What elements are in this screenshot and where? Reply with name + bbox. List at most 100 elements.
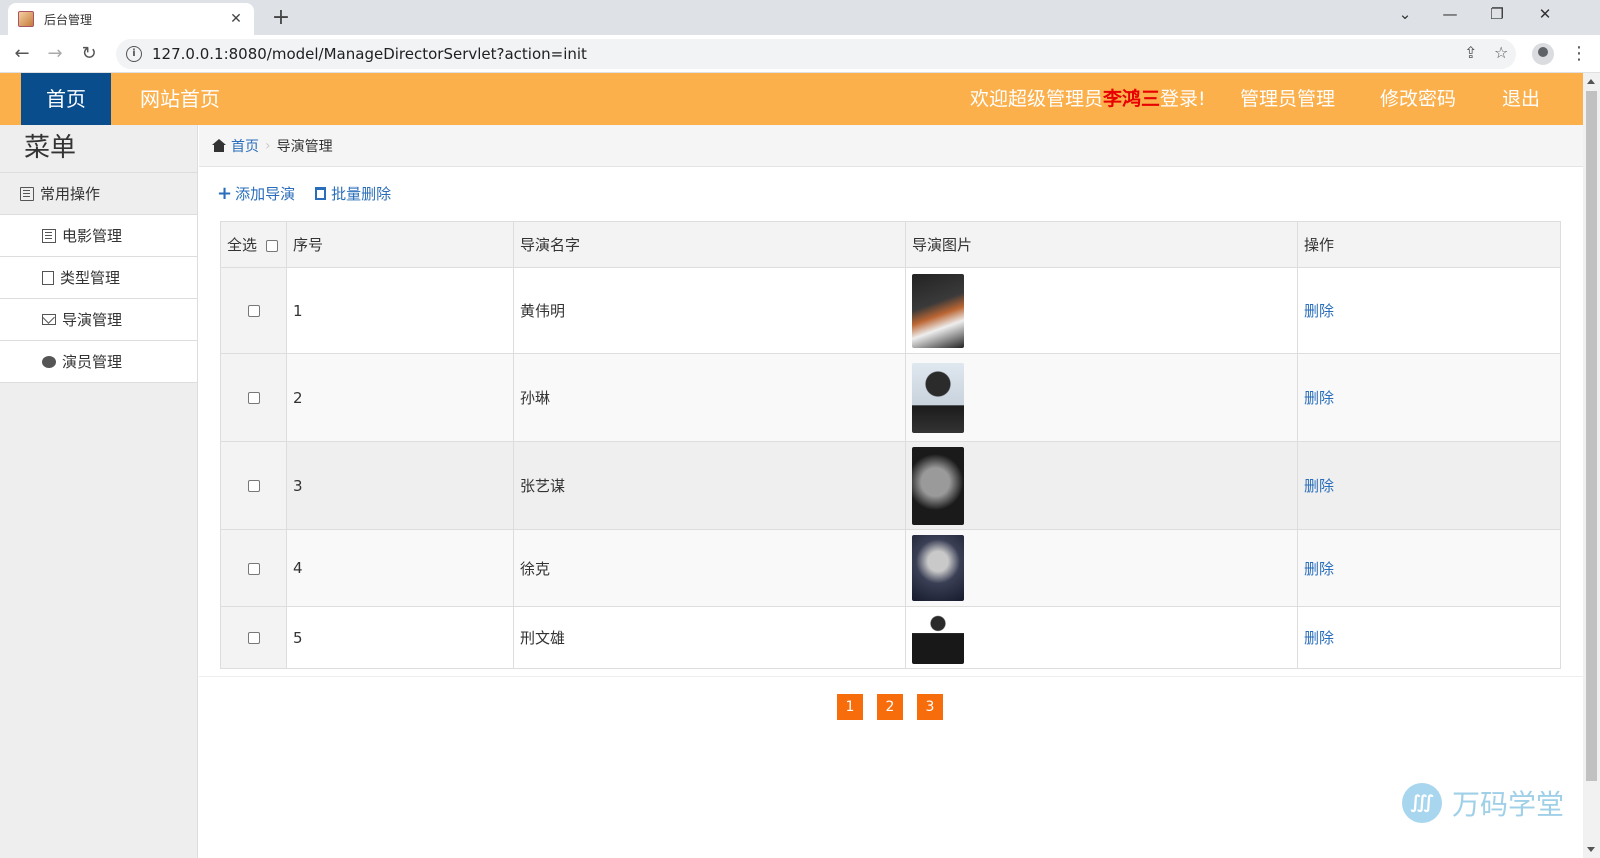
batch-delete-button[interactable]: 批量删除: [315, 183, 391, 204]
table-row: 4 徐克 删除: [220, 529, 1561, 607]
sidebar-item-label: 演员管理: [62, 352, 123, 371]
window-close-icon[interactable]: ✕: [1530, 5, 1560, 23]
add-director-button[interactable]: + 添加导演: [217, 183, 295, 204]
tab-search-icon[interactable]: ⌄: [1390, 5, 1420, 23]
name-header: 导演名字: [513, 221, 906, 268]
row-checkbox[interactable]: [247, 305, 260, 317]
browser-toolbar: ← → ↻ i 127.0.0.1:8080/model/ManageDirec…: [0, 35, 1600, 73]
sidebar-item-directors[interactable]: 导演管理: [0, 299, 197, 341]
welcome-suffix: 登录!: [1160, 88, 1206, 110]
minimize-icon[interactable]: —: [1435, 5, 1465, 23]
table-row: 3 张艺谋 删除: [220, 441, 1561, 530]
sidebar-group-common[interactable]: 常用操作: [0, 173, 197, 215]
bookmark-star-icon[interactable]: ☆: [1494, 43, 1508, 62]
sidebar-item-actors[interactable]: 演员管理: [0, 341, 197, 383]
page-button-3[interactable]: 3: [917, 694, 943, 720]
sidebar-item-types[interactable]: 类型管理: [0, 257, 197, 299]
sidebar-item-label: 类型管理: [60, 268, 121, 287]
photo-header: 导演图片: [905, 221, 1298, 268]
share-icon[interactable]: ⇪: [1464, 43, 1477, 62]
nav-change-password[interactable]: 修改密码: [1380, 73, 1456, 125]
page-scrollbar[interactable]: [1583, 73, 1600, 858]
comment-icon: [42, 355, 56, 368]
row-select-cell: [220, 529, 287, 607]
trash-icon: [315, 187, 327, 200]
row-director-name: 张艺谋: [513, 441, 906, 530]
tab-close-icon[interactable]: ✕: [228, 11, 244, 27]
tab-title: 后台管理: [44, 12, 93, 27]
profile-avatar-icon[interactable]: [1532, 43, 1554, 65]
row-director-name: 徐克: [513, 529, 906, 607]
browser-tab[interactable]: 后台管理 ✕: [8, 3, 254, 35]
director-photo: [912, 446, 964, 525]
table-row: 5 刑文雄 删除: [220, 606, 1561, 669]
page-button-1[interactable]: 1: [837, 694, 863, 720]
row-checkbox[interactable]: [247, 632, 260, 644]
row-checkbox[interactable]: [247, 562, 260, 575]
nav-site-home[interactable]: 网站首页: [140, 73, 220, 125]
favicon-icon: [18, 11, 34, 27]
url-text: 127.0.0.1:8080/model/ManageDirectorServl…: [152, 45, 587, 63]
browser-menu-icon[interactable]: ⋮: [1570, 43, 1588, 64]
envelope-icon: [42, 314, 56, 325]
select-all-checkbox[interactable]: [265, 239, 278, 252]
plus-icon: +: [217, 183, 233, 204]
new-tab-icon[interactable]: +: [268, 5, 294, 30]
main-content: 首页 › 导演管理 + 添加导演 批量删除 全选 序号 导演名字 导演图片 操作 …: [199, 125, 1583, 858]
sidebar-title: 菜单: [0, 125, 197, 173]
row-photo-cell: [905, 267, 1298, 354]
row-select-cell: [220, 606, 287, 669]
nav-home[interactable]: 首页: [21, 73, 111, 125]
nav-admin-manage[interactable]: 管理员管理: [1240, 73, 1335, 125]
scrollbar-thumb[interactable]: [1586, 91, 1597, 781]
row-checkbox[interactable]: [247, 392, 260, 404]
restore-icon[interactable]: ❐: [1482, 5, 1512, 23]
watermark-text: 万码学堂: [1452, 788, 1565, 821]
delete-link[interactable]: 删除: [1297, 267, 1561, 354]
scroll-up-icon[interactable]: [1587, 79, 1595, 84]
sidebar-group-label: 常用操作: [40, 184, 101, 203]
row-photo-cell: [905, 353, 1298, 442]
row-photo-cell: [905, 529, 1298, 607]
list-icon: [20, 186, 34, 201]
row-director-name: 刑文雄: [513, 606, 906, 669]
action-bar: + 添加导演 批量删除: [217, 183, 391, 204]
delete-link[interactable]: 删除: [1297, 441, 1561, 530]
nav-logout[interactable]: 退出: [1502, 73, 1540, 125]
scroll-down-icon[interactable]: [1587, 847, 1595, 852]
delete-link[interactable]: 删除: [1297, 529, 1561, 607]
breadcrumb: 首页 › 导演管理: [199, 125, 1583, 167]
back-icon[interactable]: ←: [9, 41, 35, 67]
page-button-2[interactable]: 2: [877, 694, 903, 720]
table-row: 2 孙琳 删除: [220, 353, 1561, 442]
director-table: 全选 序号 导演名字 导演图片 操作 1 黄伟明 删除 2 孙琳 删除 3 张艺…: [220, 221, 1561, 669]
address-bar[interactable]: i 127.0.0.1:8080/model/ManageDirectorSer…: [116, 39, 1516, 69]
welcome-message: 欢迎超级管理员李鸿三登录!: [970, 73, 1206, 125]
breadcrumb-home-link[interactable]: 首页: [231, 136, 259, 156]
row-director-name: 孙琳: [513, 353, 906, 442]
row-select-cell: [220, 267, 287, 354]
row-index: 3: [286, 441, 514, 530]
director-photo: [912, 535, 964, 601]
director-photo: [912, 611, 964, 664]
watermark-logo-icon: ∭: [1402, 783, 1442, 823]
delete-link[interactable]: 删除: [1297, 606, 1561, 669]
pagination: 1 2 3: [199, 676, 1583, 736]
welcome-prefix: 欢迎超级管理员: [970, 88, 1104, 110]
row-select-cell: [220, 353, 287, 442]
row-checkbox[interactable]: [247, 480, 260, 492]
admin-username: 李鸿三: [1103, 88, 1161, 110]
app-header: 首页 网站首页 欢迎超级管理员李鸿三登录! 管理员管理 修改密码 退出: [0, 73, 1583, 125]
site-info-icon[interactable]: i: [126, 46, 142, 62]
breadcrumb-separator: ›: [265, 137, 271, 154]
sidebar-item-movies[interactable]: 电影管理: [0, 215, 197, 257]
table-header-row: 全选 序号 导演名字 导演图片 操作: [220, 221, 1561, 268]
row-index: 5: [286, 606, 514, 669]
breadcrumb-current: 导演管理: [276, 138, 333, 155]
forward-icon[interactable]: →: [42, 41, 68, 67]
add-director-label: 添加导演: [235, 185, 296, 203]
reload-icon[interactable]: ↻: [76, 41, 102, 67]
delete-link[interactable]: 删除: [1297, 353, 1561, 442]
director-photo: [912, 273, 964, 348]
operation-header: 操作: [1297, 221, 1561, 268]
